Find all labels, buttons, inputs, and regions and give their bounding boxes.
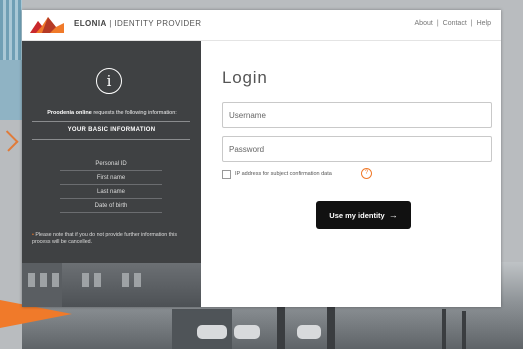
- elonia-logo-icon: [30, 17, 64, 33]
- brand-name: ELONIA: [74, 19, 107, 28]
- attribute-personal-id: Personal ID: [60, 158, 162, 171]
- nav-link-about[interactable]: About: [413, 20, 435, 27]
- backdrop-map-detail: [0, 0, 22, 60]
- photo-window: [94, 273, 101, 287]
- brand-divider: |: [109, 19, 112, 28]
- photo-window: [40, 273, 47, 287]
- street-pedestrian: [442, 309, 446, 349]
- requested-info-panel: i Proodenia online requests the followin…: [22, 41, 201, 307]
- annotation-arrow-icon: [0, 130, 19, 152]
- use-my-identity-button[interactable]: Use my identity →: [316, 201, 411, 229]
- ip-address-label: IP address for subject confirmation data: [235, 171, 332, 177]
- help-icon[interactable]: ?: [361, 168, 372, 179]
- photo-window: [52, 273, 59, 287]
- requester-name: Proodenia online: [47, 110, 92, 116]
- bullet-icon: •: [32, 232, 34, 238]
- photo-window: [122, 273, 129, 287]
- brand-subtitle: IDENTITY PROVIDER: [114, 19, 202, 28]
- street-car: [234, 325, 260, 339]
- section-title: YOUR BASIC INFORMATION: [67, 127, 156, 133]
- request-text: requests the following information:: [93, 110, 177, 116]
- nav-separator: |: [470, 20, 473, 27]
- login-title: Login: [222, 68, 268, 87]
- identity-provider-window: ELONIA | IDENTITY PROVIDER About | Contact…: [22, 10, 501, 307]
- top-bar: ELONIA | IDENTITY PROVIDER About | Contact…: [22, 10, 501, 41]
- street-car: [197, 325, 227, 339]
- password-input[interactable]: [222, 136, 492, 162]
- top-nav: About | Contact | Help: [413, 20, 493, 27]
- divider: [32, 139, 190, 140]
- attribute-first-name: First name: [60, 172, 162, 185]
- cancellation-note: • Please note that if you do not provide…: [32, 232, 194, 245]
- street-pedestrian: [462, 311, 466, 349]
- nav-separator: |: [436, 20, 439, 27]
- submit-label: Use my identity: [329, 211, 385, 220]
- divider: [32, 121, 190, 122]
- attribute-last-name: Last name: [60, 186, 162, 199]
- ip-address-checkbox[interactable]: [222, 170, 231, 179]
- street-car: [297, 325, 321, 339]
- nav-link-help[interactable]: Help: [475, 20, 493, 27]
- username-input[interactable]: [222, 102, 492, 128]
- photo-window: [82, 273, 89, 287]
- request-statement: Proodenia online requests the following …: [26, 110, 198, 116]
- info-icon: i: [96, 68, 122, 94]
- photo-window: [28, 273, 35, 287]
- panel-street-photo: [22, 263, 201, 307]
- photo-window: [134, 273, 141, 287]
- attribute-date-of-birth: Date of birth: [60, 200, 162, 213]
- nav-link-contact[interactable]: Contact: [441, 20, 469, 27]
- note-text: Please note that if you do not provide f…: [32, 232, 177, 245]
- arrow-right-icon: →: [388, 210, 398, 220]
- brand-title: ELONIA | IDENTITY PROVIDER: [74, 19, 201, 28]
